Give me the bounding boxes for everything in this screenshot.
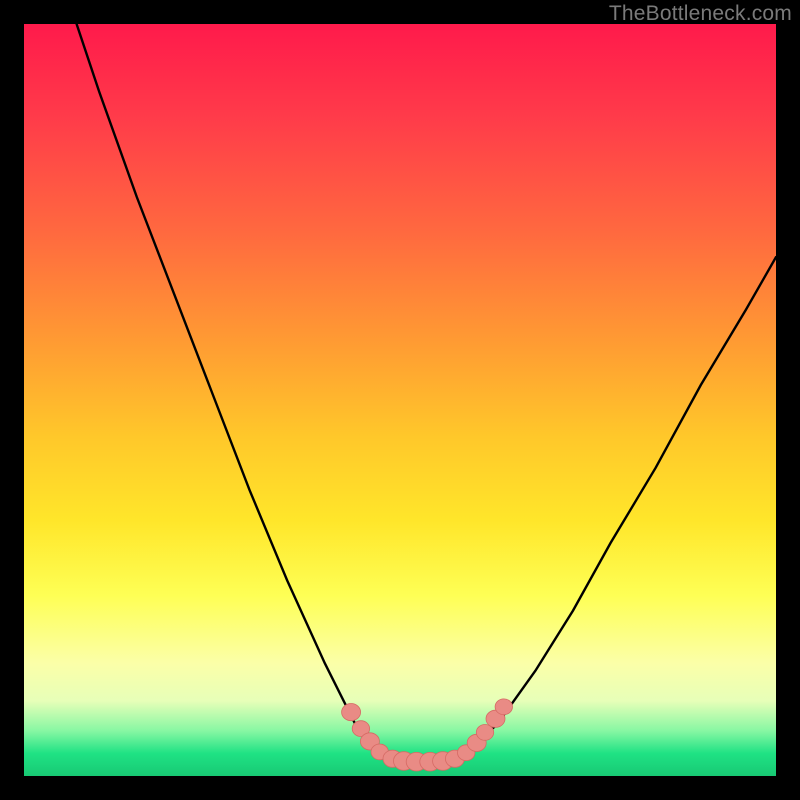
plot-area: [24, 24, 776, 776]
watermark-text: TheBottleneck.com: [609, 2, 792, 26]
curve-marker: [342, 704, 361, 721]
outer-frame: TheBottleneck.com: [0, 0, 800, 800]
curve-markers: [342, 699, 513, 771]
chart-overlay: [24, 24, 776, 776]
curve-marker: [495, 699, 512, 715]
bottleneck-curve: [77, 24, 776, 761]
